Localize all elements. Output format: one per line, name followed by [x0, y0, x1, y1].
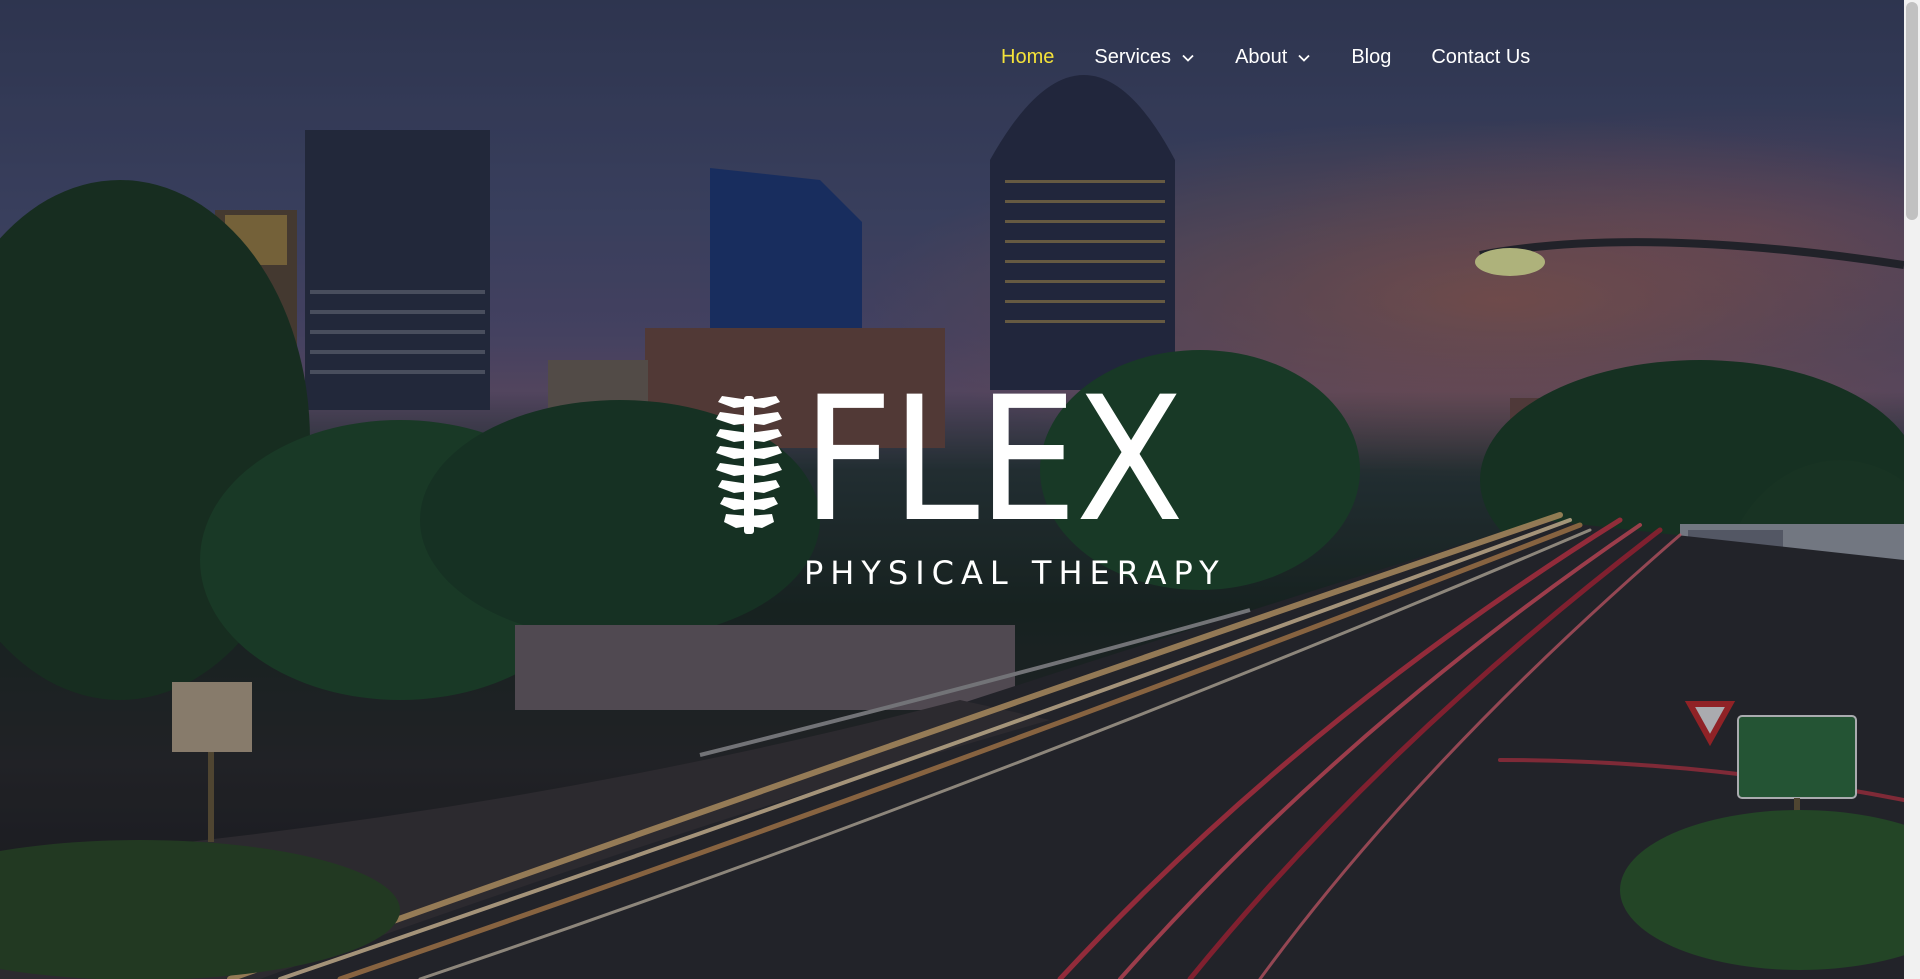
nav-contact-us-label: Contact Us — [1431, 46, 1531, 68]
brand-logo[interactable]: FLEX PHYSICAL THERAPY — [714, 374, 1219, 592]
chevron-down-icon — [1182, 54, 1194, 62]
chevron-down-icon — [1298, 54, 1310, 62]
nav-services[interactable]: Services — [1094, 46, 1195, 69]
nav-about[interactable]: About — [1235, 46, 1311, 69]
scrollbar-thumb[interactable] — [1906, 2, 1918, 220]
nav-home-label: Home — [1001, 46, 1055, 68]
nav-blog[interactable]: Blog — [1351, 46, 1391, 69]
nav-contact-us[interactable]: Contact Us — [1431, 46, 1530, 69]
spine-icon — [716, 396, 782, 534]
logo-tagline: PHYSICAL THERAPY — [804, 554, 1226, 592]
logo-wordmark: FLEX — [802, 359, 1184, 560]
nav-blog-label: Blog — [1351, 46, 1392, 68]
page-scrollbar[interactable] — [1904, 0, 1920, 979]
nav-about-label: About — [1235, 46, 1288, 68]
main-nav: Home Services About Blog Contact Us — [1001, 46, 1570, 69]
nav-services-label: Services — [1094, 46, 1172, 68]
nav-home[interactable]: Home — [1001, 46, 1054, 69]
